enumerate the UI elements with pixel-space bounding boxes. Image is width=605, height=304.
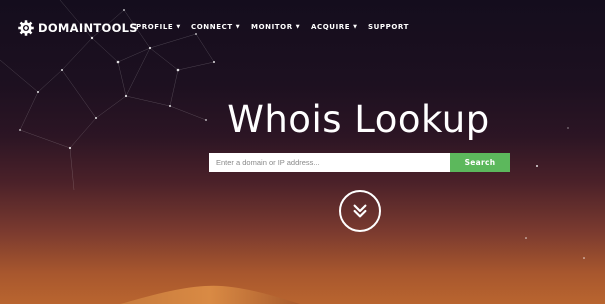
nav-item-support[interactable]: SUPPORT (368, 23, 409, 31)
nav-item-label: CONNECT (191, 23, 233, 31)
double-chevron-down-icon (353, 204, 367, 218)
nav-item-label: PROFILE (136, 23, 174, 31)
nav-item-profile[interactable]: PROFILE ▼ (136, 23, 181, 31)
scroll-down-button[interactable] (339, 190, 381, 232)
search-button[interactable]: Search (450, 153, 510, 172)
whois-search-form: Search (209, 153, 510, 172)
nav-item-label: MONITOR (251, 23, 293, 31)
brand-logo[interactable]: DOMAINTOOLS (17, 18, 138, 38)
nav-item-label: ACQUIRE (311, 23, 351, 31)
nav-item-acquire[interactable]: ACQUIRE ▼ (311, 23, 358, 31)
domain-search-input[interactable] (209, 153, 450, 172)
brand-name: DOMAINTOOLS (38, 21, 138, 35)
top-navigation-bar: DOMAINTOOLS PROFILE ▼ CONNECT ▼ MONITOR … (0, 0, 605, 56)
caret-down-icon: ▼ (295, 23, 301, 30)
domaintools-gear-icon (18, 20, 34, 36)
nav-item-monitor[interactable]: MONITOR ▼ (251, 23, 300, 31)
nav-item-label: SUPPORT (368, 23, 409, 31)
caret-down-icon: ▼ (235, 23, 241, 30)
caret-down-icon: ▼ (176, 23, 181, 30)
caret-down-icon: ▼ (353, 23, 358, 30)
page-title: Whois Lookup (227, 98, 490, 141)
nav-item-connect[interactable]: CONNECT ▼ (191, 23, 240, 31)
